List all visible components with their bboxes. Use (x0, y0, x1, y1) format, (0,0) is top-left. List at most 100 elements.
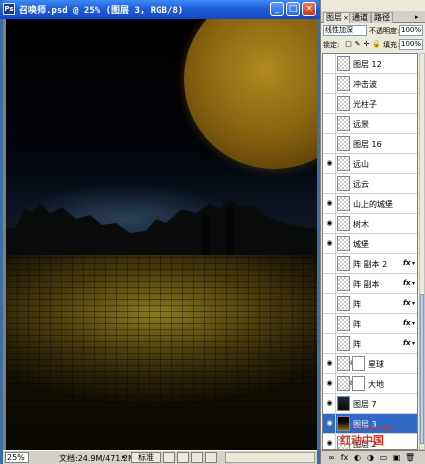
add-mask-icon[interactable]: ◐ (353, 453, 362, 462)
horizontal-scrollbar[interactable] (225, 452, 315, 463)
opacity-field[interactable]: 100% (399, 25, 423, 36)
maximize-button[interactable]: □ (286, 2, 300, 16)
layer-thumbnail (337, 96, 350, 111)
layer-row[interactable]: ◉ 城堡 (323, 234, 417, 254)
layer-thumbnail (337, 416, 350, 431)
canvas-area[interactable] (3, 19, 317, 450)
tab-paths[interactable]: 路径 (371, 12, 393, 23)
layer-row[interactable]: 阵 fx ▾ (323, 314, 417, 334)
visibility-toggle[interactable] (323, 174, 336, 193)
layer-row[interactable]: 光柱子 (323, 94, 417, 114)
layer-thumbnail (337, 116, 350, 131)
fx-expand-icon[interactable]: ▾ (412, 340, 415, 347)
eye-icon (325, 140, 334, 147)
status-menu-arrow-icon[interactable]: ▸ (119, 452, 129, 463)
fx-icon[interactable]: fx (403, 279, 411, 287)
tab-layers[interactable]: 图层× (323, 12, 352, 23)
visibility-toggle[interactable] (323, 54, 336, 73)
layer-row[interactable]: ◉ 树木 (323, 214, 417, 234)
fx-icon[interactable]: fx (403, 339, 411, 347)
lock-move-icon[interactable]: ✛ (363, 41, 370, 48)
new-group-icon[interactable]: ▭ (379, 453, 388, 462)
visibility-toggle[interactable]: ◉ (323, 414, 336, 433)
tab-channels[interactable]: 通道 (349, 12, 371, 23)
delete-layer-icon[interactable]: 🗑 (405, 453, 415, 462)
layer-name: 阵 (353, 340, 361, 349)
visibility-toggle[interactable] (323, 94, 336, 113)
eye-icon: ◉ (326, 359, 333, 367)
mode-button-4[interactable] (205, 452, 217, 463)
screen-mode-button[interactable]: 标准 (131, 452, 161, 463)
visibility-toggle[interactable]: ◉ (323, 194, 336, 213)
mode-button-2[interactable] (177, 452, 189, 463)
layer-row[interactable]: 远云 (323, 174, 417, 194)
layer-row[interactable]: ◉ 星球 8 (323, 354, 417, 374)
fx-expand-icon[interactable]: ▾ (412, 300, 415, 307)
layer-mask-thumbnail[interactable] (352, 356, 365, 371)
tab-close-icon[interactable]: × (343, 14, 349, 22)
layer-row[interactable]: ◉ 远山 (323, 154, 417, 174)
visibility-toggle[interactable] (323, 274, 336, 293)
lock-all-icon[interactable]: 🔒 (372, 41, 381, 48)
blend-mode-select[interactable]: 线性加深 (323, 25, 367, 36)
eye-icon (325, 60, 334, 67)
visibility-toggle[interactable]: ◉ (323, 354, 336, 373)
artwork-canvas[interactable] (6, 19, 317, 450)
layer-thumbnail (337, 336, 350, 351)
new-layer-icon[interactable]: ▣ (392, 453, 401, 462)
visibility-toggle[interactable] (323, 254, 336, 273)
layer-row[interactable]: 远景 (323, 114, 417, 134)
fx-expand-icon[interactable]: ▾ (412, 260, 415, 267)
lock-transparent-icon[interactable]: □ (345, 41, 352, 48)
visibility-toggle[interactable]: ◉ (323, 154, 336, 173)
visibility-toggle[interactable]: ◉ (323, 234, 336, 253)
layer-row[interactable]: 阵 fx ▾ (323, 294, 417, 314)
fx-icon[interactable]: fx (403, 259, 411, 267)
layer-row[interactable]: 图层 16 (323, 134, 417, 154)
fx-icon[interactable]: fx (403, 319, 411, 327)
layer-row[interactable]: 阵 副本 fx ▾ (323, 274, 417, 294)
layers-panel: 图层× 通道 路径 ▸ 线性加深 不透明度: 100% 锁定: □ ✎ ✛ 🔒 … (320, 0, 425, 464)
zoom-field[interactable]: 25% (5, 452, 29, 463)
close-button[interactable]: × (302, 2, 316, 16)
mode-button-3[interactable] (191, 452, 203, 463)
visibility-toggle[interactable] (323, 294, 336, 313)
layer-row[interactable]: 阵 fx ▾ (323, 334, 417, 354)
layer-row[interactable]: ◉ 大地 8 (323, 374, 417, 394)
moon-image (184, 19, 317, 169)
minimize-button[interactable]: _ (270, 2, 284, 16)
layer-row[interactable]: ◉ 图层 7 (323, 394, 417, 414)
document-title-bar[interactable]: Ps 召唤师.psd @ 25% (图层 3, RGB/8) _ □ × (0, 0, 320, 19)
lock-brush-icon[interactable]: ✎ (354, 41, 361, 48)
visibility-toggle[interactable] (323, 74, 336, 93)
layer-row[interactable]: 阵 副本 2 fx ▾ (323, 254, 417, 274)
visibility-toggle[interactable]: ◉ (323, 214, 336, 233)
visibility-toggle[interactable]: ◉ (323, 434, 336, 449)
layer-name: 光柱子 (353, 100, 377, 109)
watermark-url: redocn.com (350, 424, 393, 432)
layer-thumbnail (337, 56, 350, 71)
visibility-toggle[interactable]: ◉ (323, 374, 336, 393)
scrollbar-thumb[interactable] (420, 294, 424, 444)
layer-mask-thumbnail[interactable] (352, 376, 365, 391)
fx-expand-icon[interactable]: ▾ (412, 280, 415, 287)
fill-field[interactable]: 100% (399, 39, 423, 50)
visibility-toggle[interactable] (323, 134, 336, 153)
layer-row[interactable]: 图层 12 (323, 54, 417, 74)
panel-menu-icon[interactable]: ▸ (415, 13, 423, 21)
visibility-toggle[interactable] (323, 314, 336, 333)
visibility-toggle[interactable] (323, 334, 336, 353)
eye-icon (325, 120, 334, 127)
fx-expand-icon[interactable]: ▾ (412, 320, 415, 327)
opacity-label: 不透明度: (369, 27, 400, 35)
fx-icon[interactable]: fx (403, 299, 411, 307)
visibility-toggle[interactable]: ◉ (323, 394, 336, 413)
visibility-toggle[interactable] (323, 114, 336, 133)
add-style-icon[interactable]: fx (340, 453, 349, 462)
link-layers-icon[interactable]: ∞ (327, 453, 336, 462)
layers-scrollbar[interactable] (419, 53, 425, 450)
mode-button-1[interactable] (163, 452, 175, 463)
layer-row[interactable]: 冲击波 (323, 74, 417, 94)
layer-row[interactable]: ◉ 山上的城堡 (323, 194, 417, 214)
adjustment-layer-icon[interactable]: ◑ (366, 453, 375, 462)
